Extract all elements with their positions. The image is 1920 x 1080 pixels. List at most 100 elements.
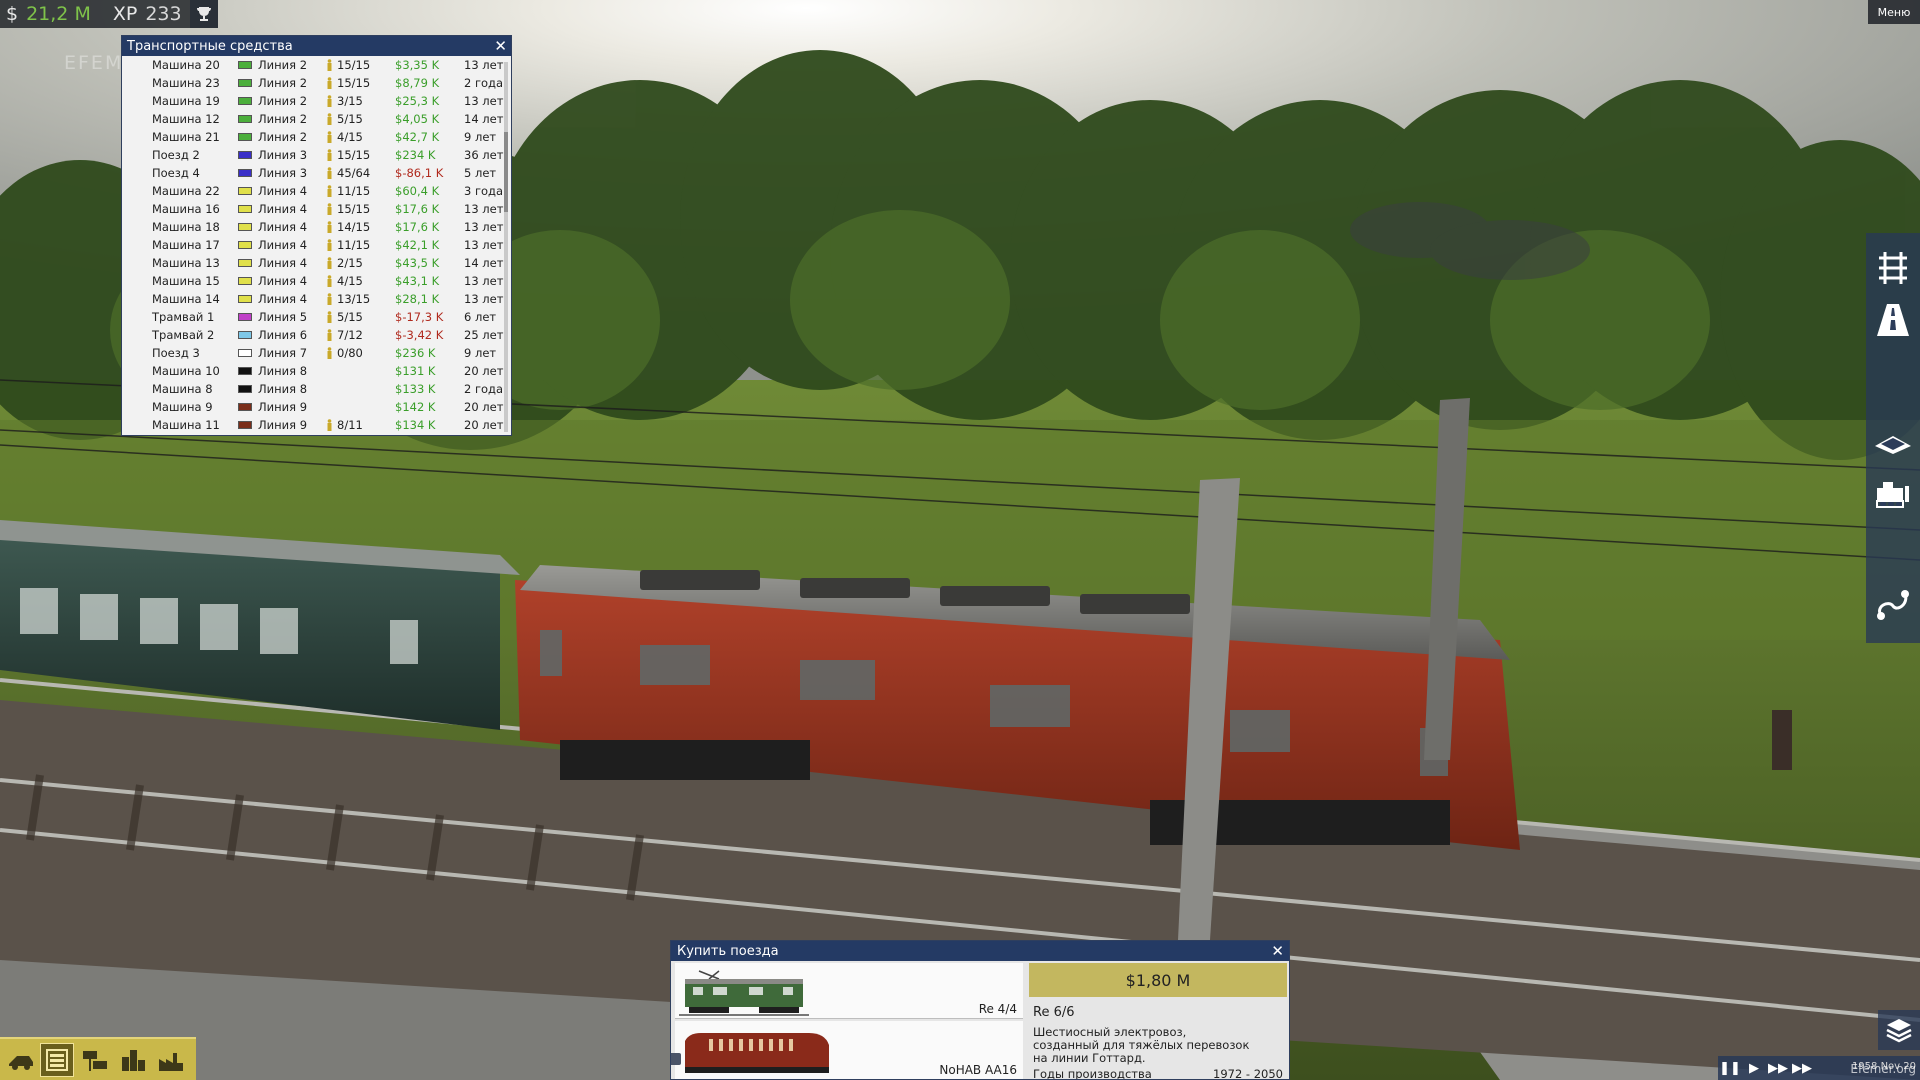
bulldozer-icon[interactable] — [1870, 471, 1916, 517]
vehicle-age: 13 лет — [464, 58, 504, 72]
terrain-icon[interactable] — [1870, 419, 1916, 465]
rail-track-icon[interactable] — [1870, 245, 1916, 291]
vehicle-profit: $17,6 K — [395, 202, 440, 216]
line-color-swatch — [238, 61, 252, 69]
buy-dialog-title: Купить поезда — [677, 943, 779, 959]
vehicle-row[interactable]: Машина 21 Линия 2 4/15 $42,7 K 9 лет — [122, 128, 511, 146]
line-color-swatch — [238, 421, 252, 429]
vehicle-name: Машина 23 — [152, 76, 220, 90]
vehicle-row[interactable]: Поезд 2 Линия 3 15/15 $234 K 36 лет — [122, 146, 511, 164]
vehicle-row[interactable]: Поезд 4 Линия 3 45/64 $-86,1 K 5 лет — [122, 164, 511, 182]
play-icon[interactable]: ▶ — [1742, 1056, 1766, 1080]
vehicle-name: Машина 17 — [152, 238, 220, 252]
vehicle-row[interactable]: Машина 19 Линия 2 3/15 $25,3 K 13 лет — [122, 92, 511, 110]
line-color-swatch — [238, 133, 252, 141]
vehicle-row[interactable]: Машина 15 Линия 4 4/15 $43,1 K 13 лет — [122, 272, 511, 290]
menu-button[interactable]: Меню — [1868, 0, 1920, 24]
vehicle-line: Линия 5 — [258, 310, 308, 324]
depot-icon[interactable] — [40, 1043, 74, 1077]
vehicle-name: Машина 21 — [152, 130, 220, 144]
locomotive-thumbnail-icon — [679, 970, 809, 1016]
line-color-swatch — [238, 385, 252, 393]
passenger-icon — [326, 329, 333, 341]
vehicle-profit: $-3,42 K — [395, 328, 444, 342]
vehicle-line: Линия 7 — [258, 346, 308, 360]
vehicle-row[interactable]: Трамвай 2 Линия 6 7/12 $-3,42 K 25 лет — [122, 326, 511, 344]
vehicle-load: 5/15 — [337, 310, 363, 324]
lines-icon[interactable] — [1870, 583, 1916, 629]
close-icon[interactable]: ✕ — [494, 37, 507, 55]
city-icon[interactable] — [116, 1043, 150, 1077]
buy-price-button[interactable]: $1,80 M — [1029, 963, 1287, 997]
vehicle-list: Машина 20 Линия 2 15/15 $3,35 K 13 лет Машина… — [122, 56, 511, 434]
vehicle-age: 14 лет — [464, 112, 504, 126]
road-icon[interactable] — [1870, 297, 1916, 343]
line-color-swatch — [238, 313, 252, 321]
scrollbar-thumb[interactable] — [504, 132, 508, 212]
vehicle-row[interactable]: Машина 20 Линия 2 15/15 $3,35 K 13 лет — [122, 56, 511, 74]
locomotive-thumbnail-icon — [685, 1033, 829, 1073]
management-toolbar — [0, 1037, 196, 1080]
vehicle-row[interactable]: Машина 18 Линия 4 14/15 $17,6 K 13 лет — [122, 218, 511, 236]
vehicle-row[interactable]: Машина 9 Линия 9 $142 K 20 лет — [122, 398, 511, 416]
passenger-icon — [326, 257, 333, 269]
vehicle-age: 13 лет — [464, 202, 504, 216]
passenger-icon — [326, 95, 333, 107]
fastest-forward-icon[interactable]: ▶▶ — [1790, 1056, 1814, 1080]
train-option-nohab[interactable]: NoHAB AA16 — [675, 1021, 1023, 1079]
passenger-icon — [326, 275, 333, 287]
line-color-swatch — [238, 187, 252, 195]
vehicle-age: 13 лет — [464, 238, 504, 252]
construction-toolbar — [1866, 233, 1920, 643]
vehicle-profit: $236 K — [395, 346, 436, 360]
vehicle-row[interactable]: Машина 14 Линия 4 13/15 $28,1 K 13 лет — [122, 290, 511, 308]
vehicle-row[interactable]: Поезд 3 Линия 7 0/80 $236 K 9 лет — [122, 344, 511, 362]
xp-value: 233 — [145, 3, 182, 25]
vehicle-profit: $-17,3 K — [395, 310, 444, 324]
vehicle-name: Машина 19 — [152, 94, 220, 108]
vehicle-row[interactable]: Машина 17 Линия 4 11/15 $42,1 K 13 лет — [122, 236, 511, 254]
pause-icon[interactable]: ❚❚ — [1718, 1056, 1742, 1080]
vehicle-row[interactable]: Машина 13 Линия 4 2/15 $43,5 K 14 лет — [122, 254, 511, 272]
vehicle-row[interactable]: Машина 11 Линия 9 8/11 $134 K 20 лет — [122, 416, 511, 434]
vehicle-row[interactable]: Машина 12 Линия 2 5/15 $4,05 K 14 лет — [122, 110, 511, 128]
vehicle-row[interactable]: Машина 8 Линия 8 $133 K 2 года — [122, 380, 511, 398]
vehicle-name: Поезд 3 — [152, 346, 200, 360]
vehicle-line: Линия 4 — [258, 184, 308, 198]
vehicle-name: Машина 14 — [152, 292, 220, 306]
train-option-re44[interactable]: Re 4/4 — [675, 963, 1023, 1019]
vehicle-age: 14 лет — [464, 256, 504, 270]
vehicle-name: Поезд 2 — [152, 148, 200, 162]
vehicle-row[interactable]: Машина 10 Линия 8 $131 K 20 лет — [122, 362, 511, 380]
vehicle-row[interactable]: Трамвай 1 Линия 5 5/15 $-17,3 K 6 лет — [122, 308, 511, 326]
station-icon[interactable] — [78, 1043, 112, 1077]
vehicle-list-scrollbar[interactable] — [504, 62, 508, 432]
vehicles-window-titlebar[interactable]: Транспортные средства ✕ — [122, 36, 511, 56]
passenger-icon — [326, 347, 333, 359]
settings-icon[interactable] — [671, 1053, 681, 1065]
layers-icon[interactable] — [1878, 1010, 1920, 1050]
vehicle-icon[interactable] — [4, 1043, 38, 1077]
close-icon[interactable]: ✕ — [1271, 942, 1284, 960]
trophy-icon[interactable] — [190, 0, 218, 28]
vehicle-load: 3/15 — [337, 94, 363, 108]
buy-dialog-titlebar[interactable]: Купить поезда ✕ — [671, 941, 1289, 961]
vehicle-age: 3 года — [464, 184, 504, 198]
vehicle-age: 2 года — [464, 76, 504, 90]
industry-icon[interactable] — [154, 1043, 188, 1077]
vehicle-row[interactable]: Машина 22 Линия 4 11/15 $60,4 K 3 года — [122, 182, 511, 200]
line-color-swatch — [238, 79, 252, 87]
vehicle-row[interactable]: Машина 16 Линия 4 15/15 $17,6 K 13 лет — [122, 200, 511, 218]
vehicle-load: 7/12 — [337, 328, 363, 342]
fast-forward-icon[interactable]: ▶▶ — [1766, 1056, 1790, 1080]
vehicle-line: Линия 4 — [258, 202, 308, 216]
vehicle-profit: $8,79 K — [395, 76, 440, 90]
vehicle-profit: $134 K — [395, 418, 436, 432]
vehicle-age: 9 лет — [464, 346, 497, 360]
vehicle-row[interactable]: Машина 23 Линия 2 15/15 $8,79 K 2 года — [122, 74, 511, 92]
vehicle-load: 15/15 — [337, 76, 371, 90]
line-color-swatch — [238, 403, 252, 411]
vehicle-load: 11/15 — [337, 184, 371, 198]
passenger-icon — [326, 167, 333, 179]
vehicle-load: 15/15 — [337, 58, 371, 72]
